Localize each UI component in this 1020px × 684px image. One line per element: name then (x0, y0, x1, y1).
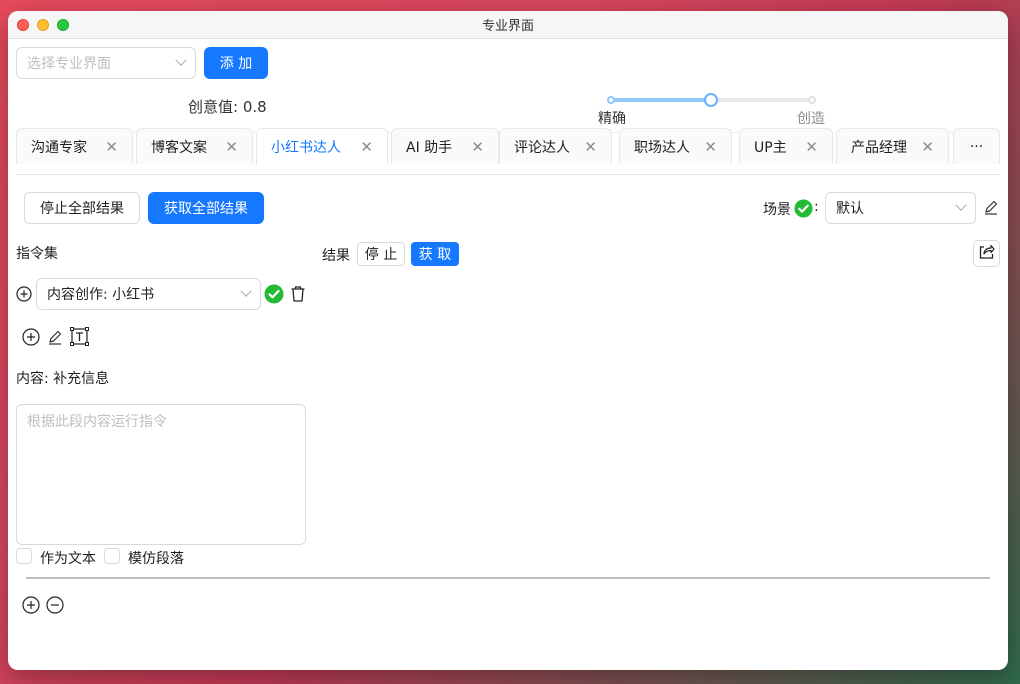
tab-label: UP主 (754, 139, 787, 156)
add-icon[interactable] (22, 328, 40, 350)
close-tab-icon[interactable]: ✕ (805, 138, 818, 156)
slider-mark-start (607, 96, 615, 104)
minimize-window-button[interactable] (37, 19, 49, 31)
close-tab-icon[interactable]: ✕ (471, 138, 484, 156)
tab-2[interactable]: 小红书达人 ✕ (256, 128, 388, 165)
creativity-slider-handle[interactable] (704, 93, 718, 107)
interface-select[interactable]: 选择专业界面 (16, 47, 196, 79)
zoom-window-button[interactable] (57, 19, 69, 31)
slider-mark-end (808, 96, 816, 104)
creativity-slider-track (610, 98, 711, 102)
tab-7[interactable]: 产品经理 ✕ (836, 128, 949, 164)
stop-all-button[interactable]: 停止全部结果 (24, 192, 140, 224)
add-instruction-icon[interactable] (16, 286, 32, 306)
tab-label: 产品经理 (851, 139, 907, 156)
result-fetch-button[interactable]: 获 取 (411, 242, 459, 266)
instruction-select[interactable]: 内容创作: 小红书 (36, 278, 261, 310)
close-tab-icon[interactable]: ✕ (105, 138, 118, 156)
fetch-all-button[interactable]: 获取全部结果 (148, 192, 264, 224)
chevron-down-icon (175, 54, 187, 66)
scene-select[interactable]: 默认 (825, 192, 976, 224)
scene-label: 场景 (763, 202, 791, 218)
slider-left-label: 精确 (598, 111, 626, 127)
imitate-label: 模仿段落 (128, 551, 184, 567)
creativity-label: 创意值: 0.8 (188, 98, 267, 116)
tab-4[interactable]: 评论达人 ✕ (499, 128, 612, 164)
edit-scene-icon[interactable] (983, 199, 999, 219)
share-icon (978, 243, 995, 264)
check-circle-icon (794, 199, 813, 222)
tab-label: AI 助手 (406, 139, 453, 156)
tab-label: 职场达人 (634, 139, 690, 156)
tab-label: 博客文案 (151, 139, 207, 156)
tab-1[interactable]: 博客文案 ✕ (136, 128, 253, 164)
instructions-title: 指令集 (16, 246, 58, 262)
instruction-select-value: 内容创作: 小红书 (47, 287, 155, 303)
tab-0[interactable]: 沟通专家 ✕ (16, 128, 133, 164)
interface-select-placeholder: 选择专业界面 (27, 56, 111, 72)
content-label: 内容: 补充信息 (16, 371, 110, 387)
close-tab-icon[interactable]: ✕ (921, 138, 934, 156)
delete-icon[interactable] (290, 285, 306, 307)
more-icon: ··· (969, 138, 984, 155)
close-tab-icon[interactable]: ✕ (704, 138, 717, 156)
content-textarea[interactable] (16, 404, 306, 545)
close-tab-icon[interactable]: ✕ (584, 138, 597, 156)
section-divider (26, 577, 990, 579)
imitate-checkbox[interactable] (104, 548, 120, 564)
result-label: 结果 (322, 248, 350, 264)
edit-icon[interactable] (47, 329, 63, 349)
app-window: 专业界面 (8, 11, 1008, 670)
tabs-bottom-line (16, 174, 1000, 175)
chevron-down-icon (240, 285, 252, 297)
as-text-checkbox[interactable] (16, 548, 32, 564)
close-tab-icon[interactable]: ✕ (360, 138, 373, 156)
instruction-check-icon (264, 284, 284, 308)
as-text-label: 作为文本 (40, 551, 96, 567)
slider-right-label: 创造 (797, 111, 825, 127)
tab-3[interactable]: AI 助手 ✕ (391, 128, 499, 164)
window-title: 专业界面 (481, 19, 534, 34)
scene-colon: : (814, 199, 819, 215)
title-bar: 专业界面 (8, 11, 1008, 39)
tab-5[interactable]: 职场达人 ✕ (619, 128, 732, 164)
result-stop-button[interactable]: 停 止 (357, 242, 405, 266)
share-button[interactable] (973, 240, 1000, 267)
remove-row-icon[interactable] (46, 596, 64, 618)
add-button[interactable]: 添 加 (204, 47, 268, 79)
tabs-more-button[interactable]: ··· (953, 128, 1000, 164)
scene-select-value: 默认 (836, 201, 864, 217)
add-row-icon[interactable] (22, 596, 40, 618)
tab-label: 沟通专家 (31, 139, 87, 156)
close-window-button[interactable] (17, 19, 29, 31)
chevron-down-icon (955, 199, 967, 211)
traffic-lights (17, 19, 69, 31)
text-box-icon[interactable] (70, 327, 89, 350)
tab-label: 小红书达人 (271, 140, 341, 156)
tab-label: 评论达人 (514, 139, 570, 156)
tab-6[interactable]: UP主 ✕ (739, 128, 833, 164)
close-tab-icon[interactable]: ✕ (225, 138, 238, 156)
